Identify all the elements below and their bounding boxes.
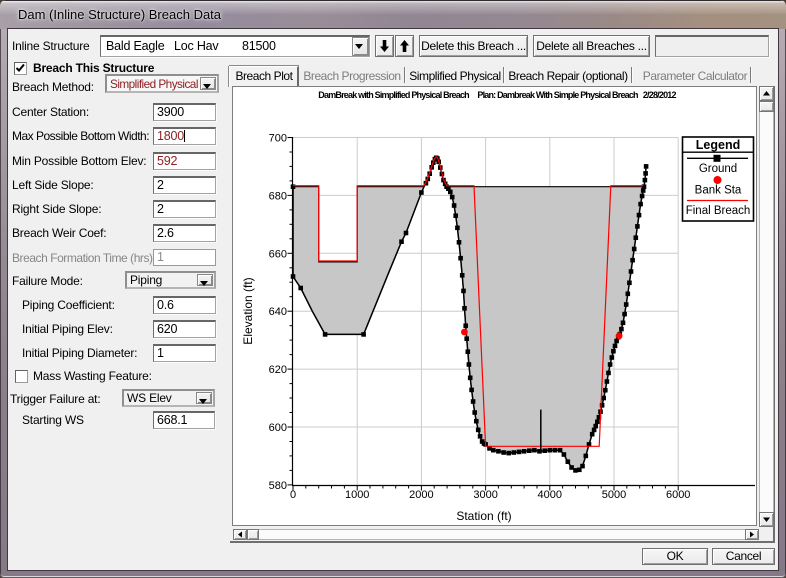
svg-text:Bank Sta: Bank Sta	[695, 185, 742, 197]
svg-text:620: 620	[269, 364, 287, 376]
svg-text:5000: 5000	[602, 489, 626, 501]
svg-text:640: 640	[269, 306, 287, 318]
svg-text:680: 680	[269, 190, 287, 202]
svg-text:DamBreak with Simplified Physi: DamBreak with Simplified Physical Breach…	[318, 90, 676, 100]
svg-text:3000: 3000	[473, 489, 497, 501]
svg-text:6000: 6000	[666, 489, 690, 501]
svg-text:700: 700	[269, 133, 287, 145]
svg-text:4000: 4000	[538, 489, 562, 501]
svg-text:2000: 2000	[409, 489, 433, 501]
svg-text:Station (ft): Station (ft)	[456, 509, 511, 523]
svg-text:0: 0	[290, 489, 296, 501]
svg-text:600: 600	[269, 422, 287, 434]
svg-text:Final Breach: Final Breach	[686, 205, 751, 217]
svg-text:Elevation (ft): Elevation (ft)	[241, 277, 255, 344]
svg-text:580: 580	[269, 480, 287, 492]
svg-text:660: 660	[269, 248, 287, 260]
svg-text:Ground: Ground	[699, 163, 737, 175]
svg-text:1000: 1000	[345, 489, 369, 501]
svg-text:Legend: Legend	[696, 138, 740, 152]
